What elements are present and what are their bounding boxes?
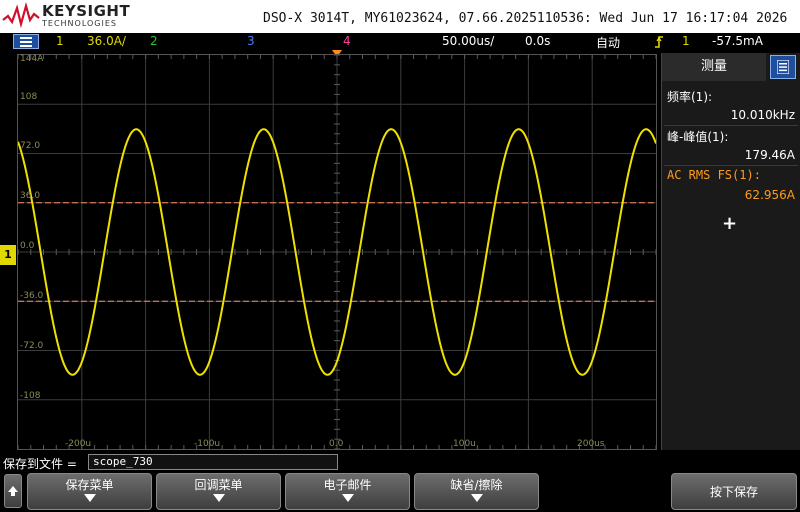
arrow-down-icon [341, 494, 354, 502]
x-label-200us: 200us [577, 439, 605, 449]
header: KEYSIGHT TECHNOLOGIES DSO-X 3014T, MY610… [0, 0, 800, 33]
meas-divider [664, 165, 798, 166]
arrow-down-icon [470, 494, 483, 502]
meas-freq-label[interactable]: 频率(1): [667, 88, 712, 105]
filename-field[interactable]: scope_730 [88, 454, 338, 470]
meas-vpp-label[interactable]: 峰-峰值(1): [667, 128, 728, 145]
x-label-neg100u: -100u [194, 439, 221, 449]
softkey-label: 电子邮件 [323, 478, 372, 492]
meas-acrms-value: 62.956A [744, 188, 795, 202]
menu-icon [20, 37, 32, 47]
brand-subtitle: TECHNOLOGIES [42, 19, 117, 28]
x-label-100u: 100u [453, 439, 476, 449]
ch1-ground-marker[interactable]: 1 [0, 245, 16, 265]
timebase[interactable]: 50.00us/ [442, 34, 494, 48]
meas-vpp-value: 179.46A [744, 148, 795, 162]
keysight-logo-icon [2, 2, 40, 28]
waveform-display[interactable] [17, 54, 657, 450]
status-bar: 1 36.0A/ 2 3 4 50.00us/ 0.0s 自动 1 -57.5m… [0, 33, 800, 51]
trigger-source[interactable]: 1 [682, 34, 690, 48]
arrow-down-icon [212, 494, 225, 502]
ch1-number[interactable]: 1 [56, 34, 64, 48]
y-label-36: 36.0 [20, 191, 41, 201]
softkey-label: 回调菜单 [194, 478, 243, 492]
ch4-number[interactable]: 4 [343, 34, 351, 48]
ch3-number[interactable]: 3 [247, 34, 255, 48]
softkey-label: 保存菜单 [65, 478, 114, 492]
arrow-down-icon [83, 494, 96, 502]
graticule-svg [18, 55, 656, 449]
menu-icon [777, 60, 789, 74]
softkey-bar: 保存菜单 回调菜单 电子邮件 缺省/擦除 按下保存 [0, 472, 800, 512]
y-label-neg72: -72.0 [20, 341, 44, 351]
add-measurement-button[interactable]: + [722, 213, 737, 234]
save-menu-softkey[interactable]: 保存菜单 [27, 473, 152, 510]
back-button[interactable] [4, 474, 22, 508]
arrow-up-icon [8, 486, 18, 496]
y-label-neg108: -108 [20, 391, 41, 401]
save-file-label: 保存到文件 = [3, 457, 77, 471]
meas-freq-value: 10.010kHz [730, 108, 795, 122]
y-label-108: 108 [20, 92, 38, 102]
y-label-0: 0.0 [20, 241, 35, 251]
meas-divider [664, 125, 798, 126]
device-info: DSO-X 3014T, MY61023624, 07.66.202511053… [263, 11, 788, 26]
recall-menu-softkey[interactable]: 回调菜单 [156, 473, 281, 510]
x-label-neg200u: -200u [65, 439, 92, 449]
delay[interactable]: 0.0s [525, 34, 550, 48]
main-menu-button[interactable] [13, 34, 39, 49]
trigger-edge-icon [655, 36, 663, 48]
trigger-mode[interactable]: 自动 [596, 34, 620, 51]
ch2-number[interactable]: 2 [150, 34, 158, 48]
x-label-0: 0.0 [329, 439, 344, 449]
brand-name: KEYSIGHT [42, 2, 131, 20]
save-file-row: 保存到文件 = scope_730 [0, 453, 660, 472]
press-to-save-button[interactable]: 按下保存 [671, 473, 797, 510]
ch1-scale[interactable]: 36.0A/ [87, 34, 126, 48]
meas-acrms-label[interactable]: AC RMS FS(1): [667, 168, 761, 182]
softkey-label: 缺省/擦除 [450, 478, 503, 492]
measurement-panel: 测量 频率(1): 10.010kHz 峰-峰值(1): 179.46A AC … [661, 53, 800, 450]
trigger-level[interactable]: -57.5mA [712, 34, 763, 48]
measurement-title: 测量 [662, 53, 766, 81]
y-label-72: 72.0 [20, 141, 41, 151]
y-label-neg36: -36.0 [20, 291, 44, 301]
y-label-144: 144A [20, 54, 44, 64]
measurement-menu-button[interactable] [770, 55, 796, 79]
email-softkey[interactable]: 电子邮件 [285, 473, 410, 510]
default-erase-softkey[interactable]: 缺省/擦除 [414, 473, 539, 510]
